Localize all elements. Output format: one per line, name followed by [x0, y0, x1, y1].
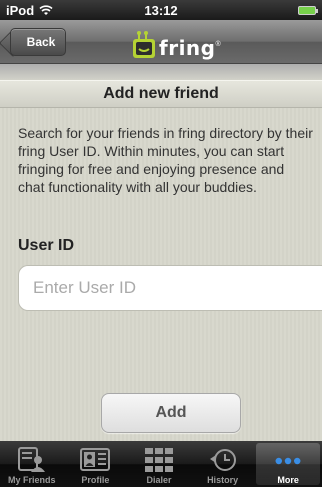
add-button-label: Add	[155, 404, 187, 421]
tab-profile[interactable]: Profile	[64, 441, 128, 487]
user-id-label: User ID	[18, 237, 75, 254]
tab-label: Profile	[81, 475, 110, 485]
navigation-bar: Back fring ®	[0, 20, 322, 64]
status-left: iPod	[6, 3, 53, 18]
add-button[interactable]: Add	[101, 393, 241, 433]
keypad-icon	[144, 448, 173, 472]
header-spacer	[0, 64, 322, 80]
tab-bar: My Friends Profile Dialer History More	[0, 441, 322, 487]
carrier-label: iPod	[6, 2, 35, 18]
tab-more[interactable]: More	[256, 443, 320, 485]
tab-my-friends[interactable]: My Friends	[0, 441, 64, 487]
main-content: Search for your friends in fring directo…	[0, 108, 322, 441]
fring-logo: fring ®	[131, 26, 223, 60]
user-id-input[interactable]	[18, 265, 322, 311]
fring-mascot-icon	[133, 31, 155, 58]
tab-label: Dialer	[146, 475, 172, 485]
back-button-label: Back	[26, 35, 56, 49]
clock-history-icon	[209, 449, 236, 471]
profile-card-icon	[80, 448, 111, 471]
instructions-text: Search for your friends in fring directo…	[18, 125, 313, 195]
friends-icon	[17, 447, 45, 472]
logo-text: fring	[159, 36, 216, 60]
back-button-wrapper: Back	[0, 20, 80, 64]
tab-label: My Friends	[8, 475, 56, 485]
tab-label: History	[207, 475, 239, 485]
status-bar: iPod 13:12	[0, 0, 322, 20]
page-title: Add new friend	[0, 80, 322, 108]
wifi-icon	[39, 4, 53, 15]
battery-icon	[298, 5, 318, 15]
back-button[interactable]: Back	[10, 28, 66, 56]
tab-label: More	[277, 475, 299, 485]
tab-history[interactable]: History	[191, 441, 255, 487]
logo-registered-mark: ®	[215, 41, 221, 48]
tab-dialer[interactable]: Dialer	[127, 441, 191, 487]
more-dots-icon	[275, 457, 301, 465]
